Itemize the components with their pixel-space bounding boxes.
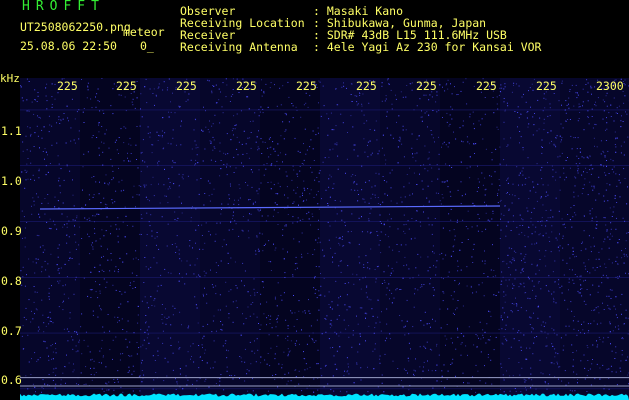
y-tick-label: 0.9	[1, 224, 22, 238]
y-tick-label: 1.1	[1, 124, 22, 138]
y-axis-unit-label: kHz	[0, 72, 20, 85]
level-label: 0_	[140, 39, 154, 53]
x-tick-label: 225	[236, 79, 257, 93]
app-title: HROFFT	[22, 0, 105, 14]
x-tick-label: 225	[536, 79, 557, 93]
y-tick-label: 1.0	[1, 174, 22, 188]
x-tick-label: 225	[116, 79, 137, 93]
y-tick-label: 0.8	[1, 274, 22, 288]
time-slice-band	[320, 78, 380, 400]
antenna-label: Receiving Antenna	[180, 40, 298, 54]
x-tick-label: 2300	[596, 79, 624, 93]
filename-label: UT2508062250.png	[20, 20, 131, 34]
time-slice-band	[380, 78, 440, 400]
time-slice-band	[20, 78, 80, 400]
time-slice-band	[200, 78, 260, 400]
x-tick-label: 225	[476, 79, 497, 93]
y-tick-label: 0.7	[1, 324, 22, 338]
waterfall-spectrogram	[20, 78, 629, 400]
x-tick-label: 225	[57, 79, 78, 93]
y-tick-label: 0.6	[1, 373, 22, 387]
x-tick-label: 225	[356, 79, 377, 93]
hrofft-window: HROFFT UT2508062250.png meteor 25.08.06 …	[0, 0, 629, 400]
time-slice-band	[260, 78, 320, 400]
datetime-label: 25.08.06 22:50	[20, 39, 117, 53]
time-slice-band	[500, 78, 560, 400]
mode-label: meteor	[123, 25, 165, 39]
x-tick-label: 225	[296, 79, 317, 93]
x-tick-label: 225	[176, 79, 197, 93]
time-slice-band	[80, 78, 140, 400]
antenna-value: : 4ele Yagi Az 230 for Kansai VOR	[313, 40, 542, 54]
time-slice-band	[140, 78, 200, 400]
waterfall-plot	[20, 78, 629, 400]
time-slice-band	[560, 78, 620, 400]
x-tick-label: 225	[416, 79, 437, 93]
